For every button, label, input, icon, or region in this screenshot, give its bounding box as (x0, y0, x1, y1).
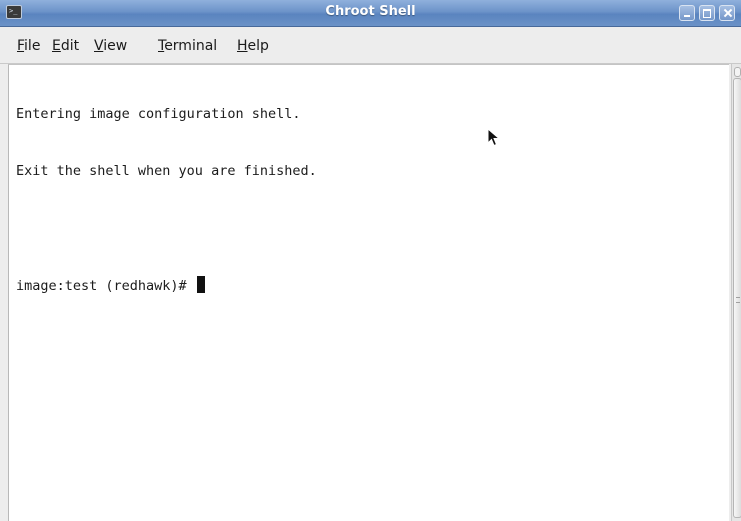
maximize-icon (700, 6, 714, 20)
menu-edit[interactable]: Edit (52, 37, 79, 55)
close-icon (720, 6, 734, 20)
shell-prompt: image:test (redhawk)# (16, 278, 195, 294)
minimize-button[interactable] (679, 5, 695, 21)
close-button[interactable] (719, 5, 735, 21)
chroot-shell-window: >_ Chroot Shell File Edit View Terminal … (0, 0, 741, 521)
terminal-output[interactable]: Entering image configuration shell. Exit… (8, 64, 729, 521)
menu-bar: File Edit View Terminal Help (0, 27, 741, 64)
maximize-button[interactable] (699, 5, 715, 21)
window-title: Chroot Shell (325, 4, 416, 19)
scroll-grip-icon (736, 297, 740, 303)
terminal-line: Exit the shell when you are finished. (16, 163, 317, 179)
mouse-pointer-icon (487, 128, 501, 147)
menu-view[interactable]: View (94, 37, 127, 55)
scroll-up-arrow[interactable] (734, 67, 741, 77)
terminal-line: Entering image configuration shell. (16, 106, 301, 122)
vertical-scrollbar[interactable] (731, 64, 741, 521)
terminal-text: Entering image configuration shell. Exit… (16, 67, 317, 333)
scroll-thumb[interactable] (733, 78, 741, 518)
menu-terminal[interactable]: Terminal (158, 37, 217, 55)
title-bar[interactable]: >_ Chroot Shell (0, 0, 741, 27)
menu-file[interactable]: File (17, 37, 40, 55)
block-cursor (196, 276, 205, 293)
minimize-icon (680, 6, 694, 20)
menu-help[interactable]: Help (237, 37, 269, 55)
prompt-line: image:test (redhawk)# (16, 276, 317, 295)
